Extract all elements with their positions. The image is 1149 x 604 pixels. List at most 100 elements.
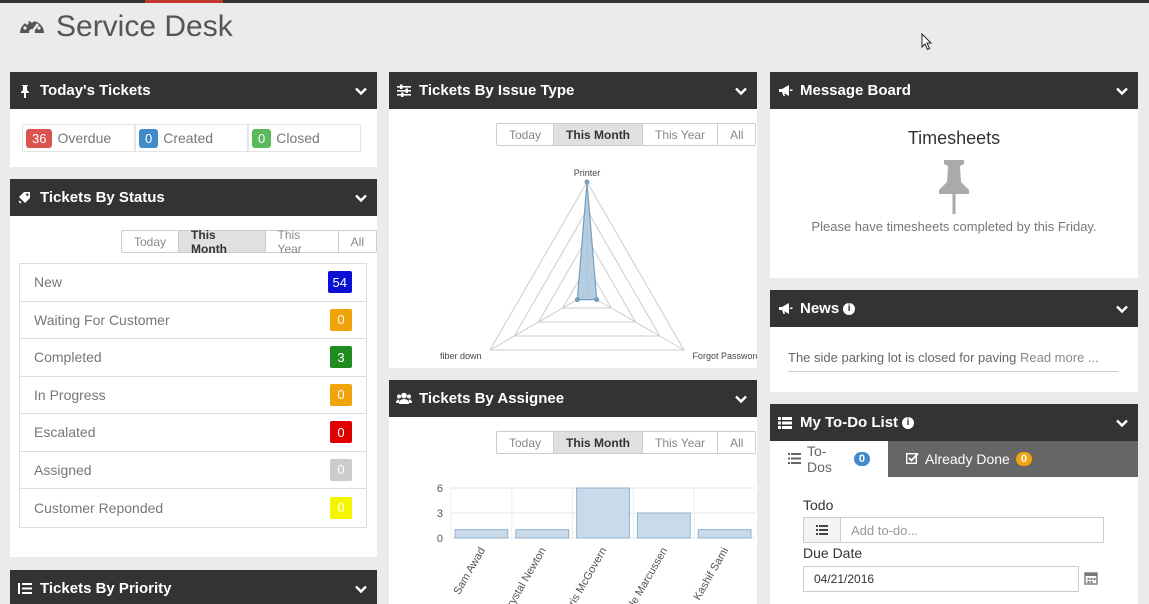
tickets-by-status-header[interactable]: Tickets By Status	[10, 179, 377, 216]
panel-title: Tickets By Status	[40, 189, 165, 206]
tab-this-month[interactable]: This Month	[179, 228, 266, 256]
chevron-down-icon[interactable]	[355, 83, 367, 100]
sliders-icon	[395, 84, 413, 97]
todo-header[interactable]: My To-Do List i	[770, 404, 1138, 441]
status-row-in-progress[interactable]: In Progress 0	[20, 377, 366, 414]
status-label: In Progress	[34, 386, 106, 403]
users-icon	[395, 392, 413, 405]
tab-this-year[interactable]: This Year	[643, 432, 719, 453]
tab-all[interactable]: All	[339, 231, 376, 252]
tickets-by-assignee-header[interactable]: Tickets By Assignee	[389, 380, 757, 417]
y-tick-label: 6	[437, 483, 443, 495]
tab-this-month[interactable]: This Month	[554, 432, 644, 453]
list-icon	[804, 518, 841, 542]
news-text: The side parking lot is closed for pavin…	[788, 350, 1017, 365]
news-header[interactable]: News i	[770, 290, 1138, 327]
chevron-down-icon[interactable]	[735, 83, 747, 100]
bar[interactable]	[576, 487, 630, 539]
chevron-down-icon[interactable]	[1116, 83, 1128, 100]
status-count: 0	[330, 496, 352, 519]
info-icon[interactable]: i	[843, 302, 856, 315]
thumbtack-icon	[934, 156, 974, 221]
status-count: 0	[330, 383, 352, 406]
status-count: 0	[330, 421, 352, 444]
tab-today[interactable]: Today	[122, 231, 180, 252]
radar-point	[594, 297, 600, 303]
overdue-count[interactable]: 36 Overdue	[22, 124, 135, 152]
due-date-label: Due Date	[803, 545, 863, 561]
chevron-down-icon[interactable]	[355, 190, 367, 207]
y-tick-label: 3	[437, 508, 443, 520]
status-label: Completed	[34, 349, 102, 366]
status-row-waiting[interactable]: Waiting For Customer 0	[20, 302, 366, 339]
assignee-bar-chart: 036Sam Awad Crystal Newton Chris McGovern K…	[437, 483, 755, 604]
info-icon[interactable]: i	[902, 416, 915, 429]
todays-tickets-header[interactable]: Today's Tickets	[10, 72, 377, 109]
status-count: 3	[330, 346, 352, 369]
y-tick-label: 0	[437, 533, 443, 545]
tab-to-dos[interactable]: To-Dos 0	[770, 441, 888, 477]
pushpin-icon	[16, 84, 34, 98]
chevron-down-icon[interactable]	[735, 391, 747, 408]
due-date-input[interactable]: 04/21/2016	[803, 566, 1079, 592]
status-count: 54	[327, 271, 352, 294]
created-count[interactable]: 0 Created	[135, 124, 248, 152]
tickets-by-status-panel: Tickets By Status Today This Month This …	[10, 179, 377, 557]
panel-title: Tickets By Issue Type	[419, 82, 575, 99]
tab-this-year[interactable]: This Year	[266, 228, 339, 256]
status-range-tabs: Today This Month This Year All	[121, 228, 377, 256]
closed-count[interactable]: 0 Closed	[248, 124, 361, 152]
tickets-by-assignee-panel: Tickets By Assignee Today This Month Thi…	[389, 380, 757, 604]
status-label: New	[34, 274, 63, 291]
tab-to-dos-label: To-Dos	[807, 443, 832, 475]
status-count: 0	[330, 458, 352, 481]
top-bar	[0, 0, 1149, 3]
radar-point	[584, 179, 590, 185]
check-square-icon	[905, 451, 919, 467]
news-panel: News i The side parking lot is closed fo…	[770, 290, 1138, 392]
created-badge: 0	[139, 128, 159, 148]
status-row-escalated[interactable]: Escalated 0	[20, 414, 366, 452]
message-board-header[interactable]: Message Board	[770, 72, 1138, 109]
created-label: Created	[163, 130, 214, 146]
chevron-down-icon[interactable]	[355, 581, 367, 598]
bullhorn-icon	[776, 302, 794, 315]
page-title: Service Desk	[56, 10, 233, 43]
status-row-customer-reponded[interactable]: Customer Reponded 0	[20, 489, 366, 527]
read-more-link[interactable]: Read more ...	[1020, 350, 1099, 365]
todos-count-badge: 0	[853, 452, 870, 466]
tab-all[interactable]: All	[718, 432, 755, 453]
overdue-label: Overdue	[57, 130, 112, 146]
radar-axis-label: Printer	[574, 168, 601, 178]
bar[interactable]	[697, 529, 752, 539]
bar[interactable]	[515, 529, 570, 539]
bar[interactable]	[636, 512, 691, 539]
status-row-new[interactable]: New 54	[20, 264, 366, 302]
status-row-assigned[interactable]: Assigned 0	[20, 452, 366, 489]
todo-input[interactable]: Add to-do...	[803, 517, 1104, 543]
tab-today[interactable]: Today	[497, 432, 555, 453]
bar[interactable]	[454, 529, 509, 539]
chevron-down-icon[interactable]	[1116, 415, 1128, 432]
issue-type-radar-chart: Printer Forgot Password fiber down	[440, 168, 757, 361]
list-icon	[776, 416, 794, 429]
tickets-by-issue-type-header[interactable]: Tickets By Issue Type	[389, 72, 757, 109]
tab-already-done[interactable]: Already Done 0	[888, 441, 1138, 477]
status-label: Waiting For Customer	[34, 311, 170, 328]
x-tick-label: Crystal Newton	[501, 546, 549, 604]
status-label: Escalated	[34, 424, 96, 441]
radar-axis-label: fiber down	[440, 351, 482, 361]
chevron-down-icon[interactable]	[1116, 301, 1128, 318]
closed-label: Closed	[276, 130, 320, 146]
todo-tabs: To-Dos 0 Already Done 0	[770, 441, 1138, 477]
status-row-completed[interactable]: Completed 3	[20, 339, 366, 377]
calendar-icon[interactable]	[1084, 571, 1098, 590]
assignee-range-tabs: Today This Month This Year All	[496, 431, 757, 454]
todo-panel: My To-Do List i To-Dos 0 Already Done 0 …	[770, 404, 1138, 604]
tab-already-done-label: Already Done	[925, 451, 1010, 467]
tickets-by-priority-header[interactable]: Tickets By Priority	[10, 570, 377, 604]
panel-title: Message Board	[800, 82, 911, 99]
list-ol-icon	[16, 582, 34, 595]
message-heading: Timesheets	[907, 128, 1001, 148]
bullhorn-icon	[776, 84, 794, 97]
